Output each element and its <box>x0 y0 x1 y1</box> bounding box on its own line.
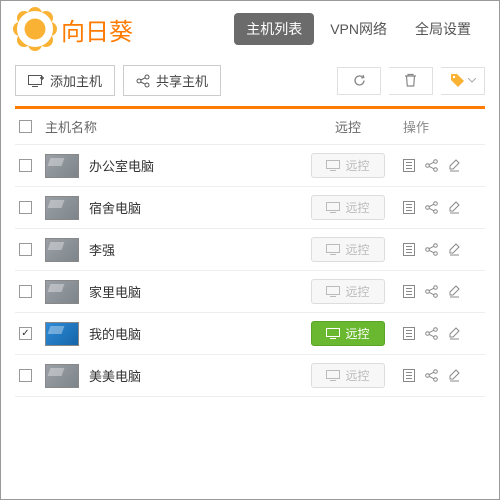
settings-icon[interactable] <box>448 243 461 256</box>
share-icon <box>136 74 150 88</box>
monitor-icon <box>326 202 340 213</box>
tag-button[interactable] <box>441 67 485 95</box>
share-icon[interactable] <box>425 201 438 214</box>
host-name: 办公室电脑 <box>89 156 154 175</box>
remote-label: 远控 <box>345 325 369 342</box>
remote-label: 远控 <box>345 199 369 216</box>
row-checkbox[interactable] <box>19 285 32 298</box>
row-checkbox[interactable]: ✓ <box>19 327 32 340</box>
host-thumbnail <box>45 196 79 220</box>
settings-icon[interactable] <box>448 285 461 298</box>
nav-hosts[interactable]: 主机列表 <box>234 13 314 45</box>
monitor-icon <box>326 286 340 297</box>
col-ops-header: 操作 <box>403 117 429 136</box>
refresh-icon <box>352 73 367 88</box>
row-checkbox[interactable] <box>19 159 32 172</box>
table-row[interactable]: ✓ 我的电脑 远控 <box>15 313 485 355</box>
col-name-header: 主机名称 <box>45 117 97 136</box>
sunflower-logo <box>17 11 53 47</box>
top-nav: 主机列表 VPN网络 全局设置 <box>234 13 483 45</box>
host-name: 我的电脑 <box>89 324 141 343</box>
row-checkbox[interactable] <box>19 243 32 256</box>
trash-icon <box>404 73 417 88</box>
header: 向日葵 主机列表 VPN网络 全局设置 <box>1 1 499 55</box>
host-name: 宿舍电脑 <box>89 198 141 217</box>
app-window: 向日葵 主机列表 VPN网络 全局设置 添加主机 共享主机 <box>0 0 500 500</box>
table-row[interactable]: 李强 远控 <box>15 229 485 271</box>
row-checkbox[interactable] <box>19 369 32 382</box>
remote-control-button[interactable]: 远控 <box>311 321 384 346</box>
details-icon[interactable] <box>403 243 415 256</box>
monitor-icon <box>326 244 340 255</box>
monitor-icon <box>326 160 340 171</box>
add-host-button[interactable]: 添加主机 <box>15 65 115 96</box>
details-icon[interactable] <box>403 369 415 382</box>
table-row[interactable]: 办公室电脑 远控 <box>15 145 485 187</box>
settings-icon[interactable] <box>448 201 461 214</box>
settings-icon[interactable] <box>448 369 461 382</box>
table-header: 主机名称 远控 操作 <box>15 109 485 145</box>
app-title: 向日葵 <box>61 12 133 47</box>
host-name: 家里电脑 <box>89 282 141 301</box>
host-thumbnail <box>45 238 79 262</box>
remote-label: 远控 <box>345 241 369 258</box>
col-remote-header: 远控 <box>335 117 361 136</box>
share-icon[interactable] <box>425 159 438 172</box>
table-row[interactable]: 宿舍电脑 远控 <box>15 187 485 229</box>
remote-control-button: 远控 <box>311 153 384 178</box>
host-thumbnail <box>45 364 79 388</box>
share-host-label: 共享主机 <box>156 71 208 90</box>
share-icon[interactable] <box>425 243 438 256</box>
refresh-button[interactable] <box>337 67 381 95</box>
host-thumbnail <box>45 154 79 178</box>
select-all-checkbox[interactable] <box>19 120 32 133</box>
remote-label: 远控 <box>345 157 369 174</box>
monitor-icon <box>326 370 340 381</box>
chevron-down-icon <box>468 78 476 83</box>
remote-label: 远控 <box>345 367 369 384</box>
tag-icon <box>450 73 465 88</box>
host-name: 美美电脑 <box>89 366 141 385</box>
details-icon[interactable] <box>403 285 415 298</box>
host-table: 主机名称 远控 操作 办公室电脑远控宿舍电脑远控李强远控家里电脑远控✓我的电脑远… <box>1 109 499 499</box>
add-host-label: 添加主机 <box>50 71 102 90</box>
delete-button[interactable] <box>389 67 433 95</box>
remote-control-button: 远控 <box>311 237 384 262</box>
share-icon[interactable] <box>425 327 438 340</box>
settings-icon[interactable] <box>448 159 461 172</box>
monitor-plus-icon <box>28 75 44 87</box>
monitor-icon <box>326 328 340 339</box>
settings-icon[interactable] <box>448 327 461 340</box>
remote-label: 远控 <box>345 283 369 300</box>
toolbar: 添加主机 共享主机 <box>1 55 499 106</box>
details-icon[interactable] <box>403 327 415 340</box>
share-icon[interactable] <box>425 369 438 382</box>
table-row[interactable]: 美美电脑 远控 <box>15 355 485 397</box>
host-name: 李强 <box>89 240 115 259</box>
details-icon[interactable] <box>403 201 415 214</box>
remote-control-button: 远控 <box>311 363 384 388</box>
table-row[interactable]: 家里电脑 远控 <box>15 271 485 313</box>
host-thumbnail <box>45 280 79 304</box>
remote-control-button: 远控 <box>311 195 384 220</box>
share-icon[interactable] <box>425 285 438 298</box>
remote-control-button: 远控 <box>311 279 384 304</box>
nav-settings[interactable]: 全局设置 <box>403 13 483 45</box>
row-checkbox[interactable] <box>19 201 32 214</box>
host-thumbnail <box>45 322 79 346</box>
share-host-button[interactable]: 共享主机 <box>123 65 221 96</box>
details-icon[interactable] <box>403 159 415 172</box>
nav-vpn[interactable]: VPN网络 <box>318 13 399 45</box>
